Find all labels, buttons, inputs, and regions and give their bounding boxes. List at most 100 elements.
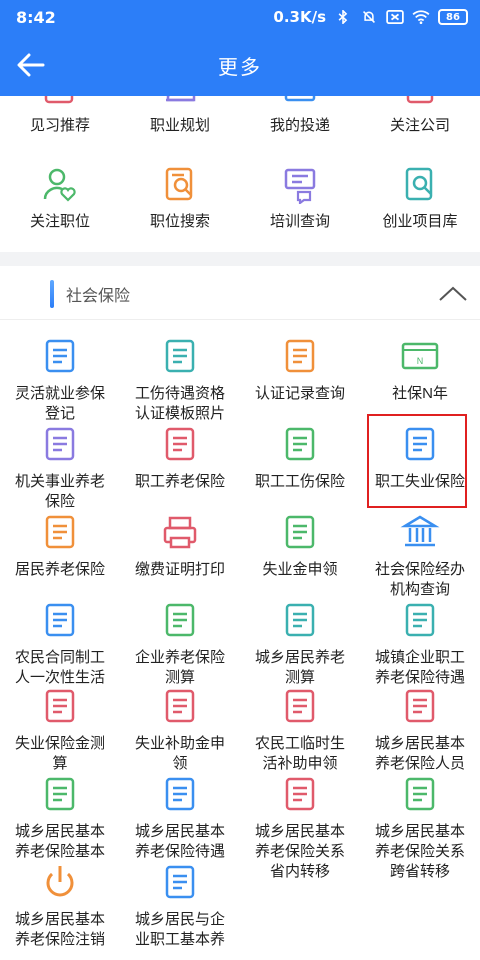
chevron-up-icon[interactable] bbox=[436, 280, 470, 308]
social-insurance-item[interactable]: 城乡居民基本 养老保险基本 bbox=[0, 774, 120, 862]
grid-label-line: 领 bbox=[172, 755, 188, 772]
grid-label: 职业规划 bbox=[149, 117, 210, 134]
grid-label-line: 养老保险基本 bbox=[14, 843, 105, 860]
social-insurance-item[interactable]: 城乡居民基本 养老保险关系 跨省转移 bbox=[360, 774, 480, 882]
grid-label: 城乡居民基本 养老保险关系 省内转移 bbox=[240, 822, 360, 882]
grid-label-line: 保险 bbox=[44, 493, 75, 510]
social-insurance-item[interactable]: 失业金申领 bbox=[240, 512, 360, 580]
network-speed: 0.3K/s bbox=[273, 8, 326, 26]
yuan-arrow-icon bbox=[45, 603, 75, 637]
clipboard-pen-icon bbox=[405, 689, 435, 723]
grid-label-line: 算 bbox=[52, 755, 68, 772]
back-arrow-icon bbox=[17, 53, 45, 77]
back-button[interactable] bbox=[14, 48, 48, 82]
grid-label-line: 灵活就业参保 bbox=[14, 385, 105, 402]
grid-label: 见习推荐 bbox=[29, 117, 90, 134]
grid-label: 城乡居民基本 养老保险关系 跨省转移 bbox=[360, 822, 480, 882]
grid-label-line: 城乡居民养老 bbox=[254, 649, 345, 666]
nav-bar: 更多 bbox=[0, 34, 480, 96]
grid-label-line: 养老保险关系 bbox=[254, 843, 345, 860]
grid-label: 机关事业养老 保险 bbox=[0, 472, 120, 512]
grid-item-followed-job[interactable]: 关注职位 bbox=[0, 164, 120, 232]
section-header[interactable]: 社会保险 bbox=[0, 266, 480, 320]
yuan-receipt-icon bbox=[405, 603, 435, 637]
grid-label-line: 农民合同制工 bbox=[14, 649, 105, 666]
grid-label: 关注职位 bbox=[29, 213, 90, 230]
social-insurance-item[interactable]: N 社保N年 bbox=[360, 336, 480, 404]
social-insurance-item[interactable]: 城乡居民养老 测算 bbox=[240, 600, 360, 688]
social-insurance-item[interactable]: 城乡居民基本 养老保险关系 省内转移 bbox=[240, 774, 360, 882]
social-insurance-item[interactable]: 失业保险金测算 bbox=[0, 686, 120, 774]
grid-item-internship[interactable]: 见习推荐 bbox=[0, 96, 120, 136]
grid-label-line: 养老保险关系 bbox=[374, 843, 465, 860]
eye-doc-icon bbox=[406, 96, 434, 104]
grid-label-line: 养老保险注销 bbox=[14, 931, 105, 948]
signal-icon bbox=[386, 10, 404, 24]
social-insurance-item[interactable]: 城乡居民基本 养老保险注销 bbox=[0, 862, 120, 950]
grid-label: 职工工伤保险 bbox=[240, 472, 360, 492]
social-insurance-item[interactable]: 城乡居民与企 业职工基本养 bbox=[120, 862, 240, 950]
social-insurance-item[interactable]: 职工工伤保险 bbox=[240, 424, 360, 492]
bank-icon bbox=[400, 515, 440, 547]
grid-label-line: 城乡居民基本 bbox=[14, 823, 105, 840]
grid-label: 城乡居民与企 业职工基本养 bbox=[120, 910, 240, 950]
grid-label: 失业金申领 bbox=[240, 560, 360, 580]
grid-label: 城镇企业职工 养老保险待遇 bbox=[360, 648, 480, 688]
social-insurance-item[interactable]: 缴费证明打印 bbox=[120, 512, 240, 580]
grid-label-line: 企业养老保险 bbox=[134, 649, 225, 666]
yuan-card-icon bbox=[45, 689, 75, 723]
printer-icon bbox=[163, 516, 197, 549]
yuan-doc-icon bbox=[165, 777, 195, 811]
grid-label: 企业养老保险 测算 bbox=[120, 648, 240, 688]
status-bar: 8:42 0.3K/s 86 bbox=[0, 0, 480, 34]
social-insurance-item[interactable]: 城乡居民基本 养老保险待遇 bbox=[120, 774, 240, 862]
grid-label-line: 省内转移 bbox=[269, 863, 330, 880]
doc-search-icon bbox=[285, 339, 315, 373]
grid-item-my-applications[interactable]: 我的投递 bbox=[240, 96, 360, 136]
social-insurance-item[interactable]: 企业养老保险 测算 bbox=[120, 600, 240, 688]
grid-label-line: 居民养老保险 bbox=[14, 561, 105, 578]
building-icon bbox=[45, 427, 75, 461]
grid-label-line: 城乡居民与企 bbox=[134, 911, 225, 928]
social-insurance-item[interactable]: 失业补助金申领 bbox=[120, 686, 240, 774]
social-insurance-item[interactable]: 城镇企业职工 养老保险待遇 bbox=[360, 600, 480, 688]
social-insurance-item[interactable]: 农民工临时生 活补助申领 bbox=[240, 686, 360, 774]
grid-item-followed-company[interactable]: 关注公司 bbox=[360, 96, 480, 136]
social-insurance-item[interactable]: 灵活就业参保 登记 bbox=[0, 336, 120, 424]
social-insurance-item[interactable]: 机关事业养老 保险 bbox=[0, 424, 120, 512]
person-doc-icon bbox=[44, 96, 74, 104]
doc-magnifier-icon bbox=[405, 167, 433, 201]
status-icons: 0.3K/s 86 bbox=[273, 8, 468, 26]
content-scroll[interactable]: 见习推荐 职业规划 我的投递 关注公司 关注职位 职位搜索 培训查询 创业项目库… bbox=[0, 96, 480, 960]
grid-label: 城乡居民基本 养老保险待遇 bbox=[120, 822, 240, 862]
board-chat-icon bbox=[284, 168, 316, 204]
social-insurance-item[interactable]: 农民合同制工 人一次性生活 bbox=[0, 600, 120, 688]
grid-label: 农民工临时生 活补助申领 bbox=[240, 734, 360, 774]
social-insurance-item[interactable]: 认证记录查询 bbox=[240, 336, 360, 404]
grid-label-line: 业职工基本养 bbox=[134, 931, 225, 948]
grid-label-line: 失业金申领 bbox=[262, 561, 338, 578]
calculator-icon bbox=[285, 603, 315, 637]
clipboard-arrow-icon bbox=[405, 777, 435, 811]
doc-search-icon bbox=[165, 167, 193, 201]
grid-label: 我的投递 bbox=[269, 117, 330, 134]
social-insurance-item[interactable]: 社会保险经办 机构查询 bbox=[360, 512, 480, 600]
grid-label: 缴费证明打印 bbox=[120, 560, 240, 580]
social-insurance-item[interactable]: 居民养老保险 bbox=[0, 512, 120, 580]
social-insurance-item[interactable]: 工伤待遇资格 认证模板照片 bbox=[120, 336, 240, 424]
section-accent-bar bbox=[50, 280, 54, 308]
grid-item-job-search[interactable]: 职位搜索 bbox=[120, 164, 240, 232]
grid-label-line: 机关事业养老 bbox=[14, 473, 105, 490]
certificate-icon bbox=[165, 339, 195, 373]
worker-icon bbox=[165, 427, 195, 461]
social-insurance-item[interactable]: 城乡居民基本 养老保险人员 bbox=[360, 686, 480, 774]
grid-label-line: 社保N年 bbox=[392, 385, 448, 402]
top-section-card: 见习推荐 职业规划 我的投递 关注公司 关注职位 职位搜索 培训查询 创业项目库 bbox=[0, 96, 480, 252]
grid-label: 灵活就业参保 登记 bbox=[0, 384, 120, 424]
grid-label: 创业项目库 bbox=[382, 213, 458, 230]
grid-item-startup-projects[interactable]: 创业项目库 bbox=[360, 164, 480, 232]
social-insurance-item[interactable]: 职工养老保险 bbox=[120, 424, 240, 492]
grid-item-training-query[interactable]: 培训查询 bbox=[240, 164, 360, 232]
grid-item-career-plan[interactable]: 职业规划 bbox=[120, 96, 240, 136]
grid-label: 社保N年 bbox=[360, 384, 480, 404]
